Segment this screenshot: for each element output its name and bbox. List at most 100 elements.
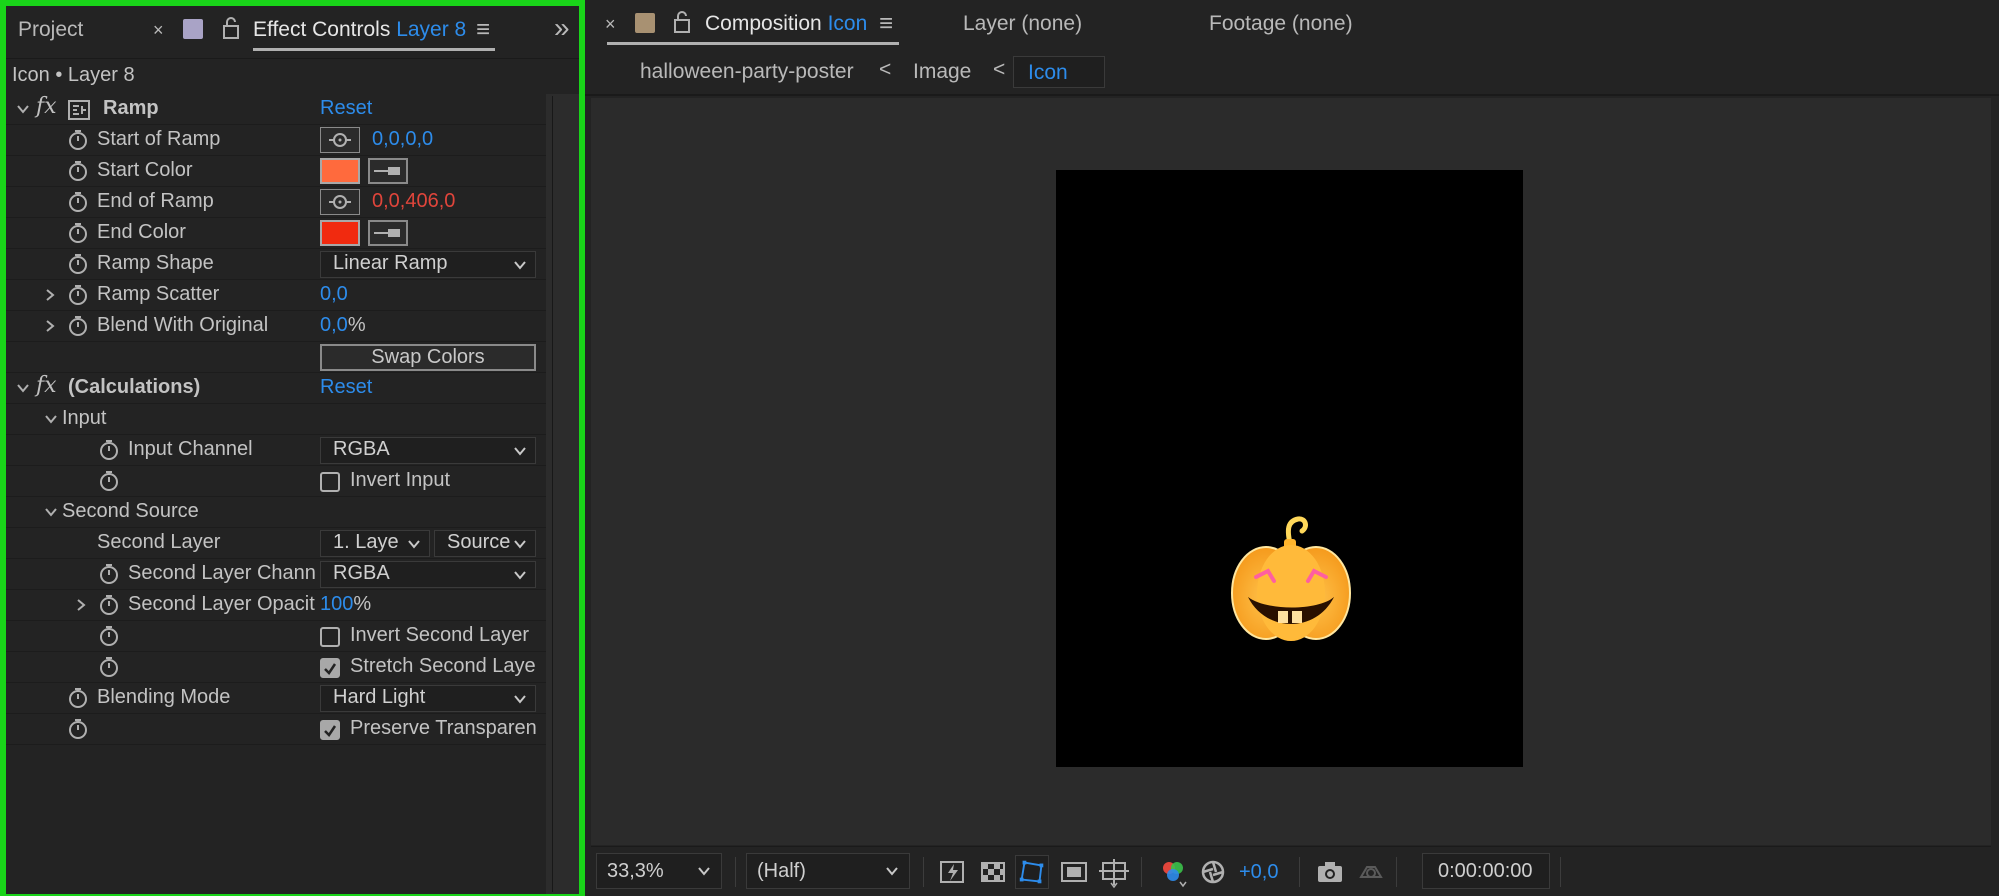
param-ramp-scatter: Ramp Scatter 0,0 — [6, 280, 546, 311]
tab-project[interactable]: Project — [18, 18, 83, 42]
grid-guides-icon[interactable] — [1097, 855, 1131, 889]
composition-canvas[interactable] — [1056, 170, 1523, 767]
tab-effect-controls[interactable]: Effect Controls Layer 8 — [253, 18, 466, 42]
crosshair-icon — [329, 195, 351, 209]
channel-rgb-icon[interactable] — [1156, 855, 1190, 889]
calculations-reset-link[interactable]: Reset — [320, 376, 372, 399]
invert-input-checkbox[interactable] — [320, 472, 340, 492]
tab-composition-name: Icon — [827, 12, 868, 35]
stopwatch-icon[interactable] — [98, 656, 120, 678]
invert-second-layer-checkbox[interactable] — [320, 627, 340, 647]
zoom-dropdown[interactable]: 33,3% — [596, 853, 722, 889]
stopwatch-icon[interactable] — [98, 594, 120, 616]
panel-menu-icon[interactable]: ≡ — [879, 10, 893, 38]
start-color-swatch[interactable] — [320, 158, 360, 184]
param-ramp-shape: Ramp Shape Linear Ramp — [6, 249, 546, 280]
checkbox-label: Preserve Transparen — [350, 717, 537, 739]
region-of-interest-icon[interactable] — [1057, 855, 1091, 889]
preserve-transparency-checkbox[interactable] — [320, 720, 340, 740]
tab-composition[interactable]: Composition Icon — [705, 12, 867, 36]
stretch-second-layer-checkbox[interactable] — [320, 658, 340, 678]
second-layer-channel-dropdown[interactable]: RGBA — [320, 561, 536, 588]
chevron-right-icon[interactable] — [44, 319, 56, 333]
stopwatch-icon[interactable] — [98, 470, 120, 492]
chevron-down-icon[interactable] — [16, 102, 30, 116]
lock-icon[interactable] — [221, 16, 241, 40]
stopwatch-icon[interactable] — [67, 253, 89, 275]
stopwatch-icon[interactable] — [67, 160, 89, 182]
breadcrumb-item-current[interactable]: Icon — [1013, 56, 1105, 88]
second-layer-dropdown[interactable]: 1. Laye — [320, 530, 430, 557]
chevron-right-icon[interactable] — [75, 598, 87, 612]
close-icon[interactable]: × — [605, 14, 616, 35]
breadcrumb-item[interactable]: halloween-party-poster — [640, 60, 854, 84]
ramp-scatter-value[interactable]: 0,0 — [320, 283, 348, 306]
stopwatch-icon[interactable] — [67, 222, 89, 244]
point-target-button[interactable] — [320, 127, 360, 153]
fx-icon[interactable]: fx — [36, 373, 57, 398]
end-of-ramp-value[interactable]: 0,0,406,0 — [372, 190, 455, 213]
second-layer-source-dropdown[interactable]: Source — [434, 530, 536, 557]
blend-value[interactable]: 0,0% — [320, 314, 366, 337]
input-channel-dropdown[interactable]: RGBA — [320, 437, 536, 464]
stopwatch-icon[interactable] — [67, 718, 89, 740]
panel-menu-icon[interactable]: ≡ — [476, 16, 490, 44]
chevron-down-icon[interactable] — [16, 381, 30, 395]
show-snapshot-icon[interactable] — [1353, 855, 1387, 889]
current-time-display[interactable]: 0:00:00:00 — [1422, 853, 1550, 889]
group-input[interactable]: Input — [6, 404, 546, 435]
effect-header-ramp[interactable]: fx Ramp Reset — [6, 94, 546, 125]
fx-icon[interactable]: fx — [36, 94, 57, 119]
transparency-grid-icon[interactable] — [976, 855, 1010, 889]
left-tab-bar: Project × Effect Controls Layer 8 ≡ » — [6, 6, 579, 58]
breadcrumb-item[interactable]: Image — [913, 60, 971, 84]
ramp-shape-dropdown[interactable]: Linear Ramp — [320, 251, 536, 278]
label-color-swatch[interactable] — [183, 19, 203, 39]
chevron-down-icon[interactable] — [44, 505, 58, 519]
end-color-swatch[interactable] — [320, 220, 360, 246]
tab-footage[interactable]: Footage (none) — [1209, 12, 1353, 36]
lock-icon[interactable] — [672, 10, 692, 34]
eyedropper-button[interactable] — [368, 158, 408, 184]
resolution-value: (Half) — [757, 860, 806, 882]
group-second-source[interactable]: Second Source — [6, 497, 546, 528]
eyedropper-icon — [374, 229, 400, 237]
stopwatch-icon[interactable] — [67, 129, 89, 151]
dropdown-value: RGBA — [333, 438, 390, 460]
blending-mode-dropdown[interactable]: Hard Light — [320, 685, 536, 712]
exposure-value[interactable]: +0,0 — [1239, 861, 1278, 884]
start-of-ramp-value[interactable]: 0,0,0,0 — [372, 128, 433, 151]
eyedropper-button[interactable] — [368, 220, 408, 246]
effect-header-calculations[interactable]: fx (Calculations) Reset — [6, 373, 546, 404]
overflow-chevron-icon[interactable]: » — [554, 12, 570, 44]
stopwatch-icon[interactable] — [98, 563, 120, 585]
tab-composition-label: Composition — [705, 12, 822, 35]
camera-snapshot-icon[interactable] — [1313, 855, 1347, 889]
tab-effect-controls-layer: Layer 8 — [396, 18, 467, 41]
point-target-button[interactable] — [320, 189, 360, 215]
label-color-swatch[interactable] — [635, 13, 655, 33]
stopwatch-icon[interactable] — [67, 191, 89, 213]
stopwatch-icon[interactable] — [67, 315, 89, 337]
param-second-layer-opacity: Second Layer Opacit 100% — [6, 590, 546, 621]
swap-colors-button[interactable]: Swap Colors — [320, 344, 536, 371]
stopwatch-icon[interactable] — [98, 625, 120, 647]
stopwatch-icon[interactable] — [67, 687, 89, 709]
close-icon[interactable]: × — [153, 20, 164, 41]
second-layer-opacity-value[interactable]: 100% — [320, 593, 371, 616]
stopwatch-icon[interactable] — [98, 439, 120, 461]
param-label: Blend With Original — [97, 314, 269, 336]
chevron-down-icon[interactable] — [44, 412, 58, 426]
mask-path-visibility-icon[interactable] — [1015, 855, 1049, 889]
param-blend-with-original: Blend With Original 0,0% — [6, 311, 546, 342]
scrollbar[interactable] — [546, 94, 579, 894]
stopwatch-icon[interactable] — [67, 284, 89, 306]
reset-exposure-icon[interactable] — [1196, 855, 1230, 889]
chevron-right-icon[interactable] — [44, 288, 56, 302]
fast-previews-icon[interactable] — [936, 855, 970, 889]
ramp-reset-link[interactable]: Reset — [320, 97, 372, 120]
divider — [1299, 857, 1300, 887]
effect-preset-icon — [68, 100, 90, 120]
tab-layer[interactable]: Layer (none) — [963, 12, 1082, 36]
resolution-dropdown[interactable]: (Half) — [746, 853, 910, 889]
